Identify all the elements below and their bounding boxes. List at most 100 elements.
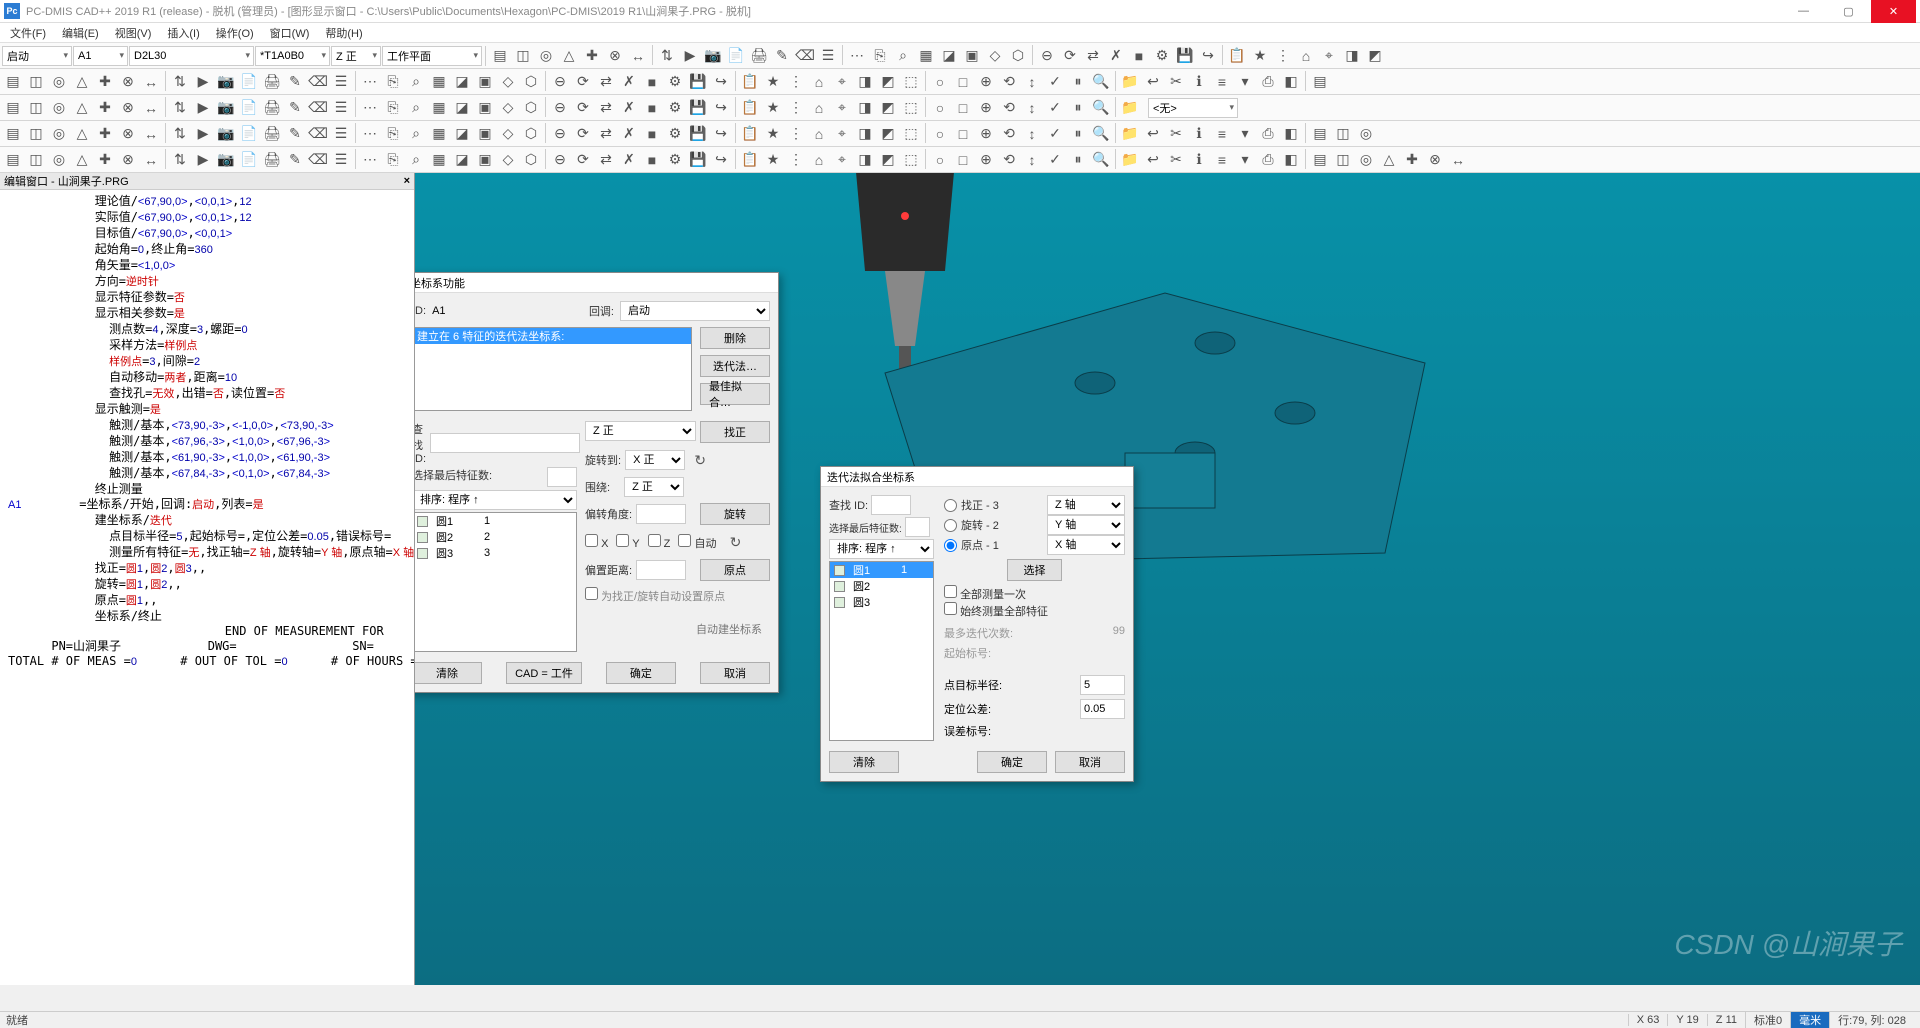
toolbar-icon[interactable]: ★ bbox=[762, 149, 784, 171]
toolbar-icon[interactable]: ⌂ bbox=[808, 149, 830, 171]
delete-button[interactable]: 删除 bbox=[700, 327, 770, 349]
toolbar-icon[interactable]: ▤ bbox=[1309, 71, 1331, 93]
rotate-button[interactable]: 旋转 bbox=[700, 503, 770, 525]
toolbar-icon[interactable]: ↕ bbox=[1021, 149, 1043, 171]
toolbar-icon[interactable]: ⟳ bbox=[572, 71, 594, 93]
toolbar-icon[interactable]: △ bbox=[71, 97, 93, 119]
toolbar-icon[interactable]: ★ bbox=[762, 71, 784, 93]
toolbar-icon[interactable]: 🔍 bbox=[1090, 123, 1112, 145]
toolbar-icon[interactable]: 📋 bbox=[739, 97, 761, 119]
toolbar-icon[interactable]: ⌕ bbox=[892, 45, 914, 67]
toolbar-icon[interactable]: △ bbox=[71, 123, 93, 145]
fixtol-input[interactable] bbox=[1080, 699, 1125, 719]
toolbar-icon[interactable]: ▤ bbox=[2, 71, 24, 93]
toolbar-icon[interactable]: ◫ bbox=[25, 149, 47, 171]
toolbar-icon[interactable]: ⌂ bbox=[808, 97, 830, 119]
cancel-button[interactable]: 取消 bbox=[700, 662, 770, 684]
toolbar-icon[interactable]: ◪ bbox=[451, 149, 473, 171]
rotate-radio[interactable] bbox=[944, 519, 957, 532]
toolbar-icon[interactable]: ⊗ bbox=[1424, 149, 1446, 171]
toolbar-icon[interactable]: △ bbox=[71, 149, 93, 171]
toolbar-icon[interactable]: 📋 bbox=[739, 71, 761, 93]
toolbar-icon[interactable]: ◎ bbox=[48, 71, 70, 93]
toolbar-icon[interactable]: ⬚ bbox=[900, 123, 922, 145]
toolbar-icon[interactable]: ⟳ bbox=[572, 123, 594, 145]
origin-radio[interactable] bbox=[944, 539, 957, 552]
toolbar-icon[interactable]: ■ bbox=[641, 123, 663, 145]
toolbar-icon[interactable]: ▤ bbox=[1309, 123, 1331, 145]
toolbar-icon[interactable]: ▦ bbox=[428, 97, 450, 119]
selectlast-input[interactable] bbox=[547, 467, 577, 487]
toolbar-icon[interactable]: ✗ bbox=[1105, 45, 1127, 67]
toolbar-icon[interactable]: ⋮ bbox=[785, 71, 807, 93]
toolbar-icon[interactable]: ✗ bbox=[618, 149, 640, 171]
toolbar-icon[interactable]: ↕ bbox=[1021, 71, 1043, 93]
toolbar-icon[interactable]: 📄 bbox=[725, 45, 747, 67]
toolbar-icon[interactable]: ⇅ bbox=[169, 149, 191, 171]
toolbar-icon[interactable]: ✗ bbox=[618, 97, 640, 119]
toolbar-icon[interactable]: ✎ bbox=[284, 71, 306, 93]
toolbar-icon[interactable]: ⊖ bbox=[549, 71, 571, 93]
toolbar-icon[interactable]: ⇄ bbox=[595, 71, 617, 93]
measure-always-checkbox[interactable] bbox=[944, 602, 957, 615]
toolbar-icon[interactable]: ⏸ bbox=[1067, 71, 1089, 93]
toolbar-icon[interactable]: ⊗ bbox=[117, 71, 139, 93]
menu-window[interactable]: 窗口(W) bbox=[264, 23, 316, 43]
origin-button[interactable]: 原点 bbox=[700, 559, 770, 581]
toolbar-icon[interactable]: △ bbox=[71, 71, 93, 93]
toolbar-icon[interactable]: ⟲ bbox=[998, 149, 1020, 171]
toolbar-icon[interactable]: ⎘ bbox=[869, 45, 891, 67]
toolbar-icon[interactable]: ■ bbox=[1128, 45, 1150, 67]
toolbar-icon[interactable]: ↪ bbox=[710, 97, 732, 119]
toolbar-icon[interactable]: ◇ bbox=[497, 149, 519, 171]
toolbar-icon[interactable]: 📷 bbox=[215, 71, 237, 93]
edit-window-close-icon[interactable]: × bbox=[404, 175, 410, 187]
auto-origin-checkbox[interactable] bbox=[585, 587, 598, 600]
toolbar-icon[interactable]: ⟲ bbox=[998, 97, 1020, 119]
toolbar-icon[interactable]: ≡ bbox=[1211, 123, 1233, 145]
toolbar-icon[interactable]: ⌖ bbox=[1318, 45, 1340, 67]
toolbar-icon[interactable]: ⟲ bbox=[998, 71, 1020, 93]
toolbar-icon[interactable]: ◩ bbox=[877, 97, 899, 119]
toolbar-icon[interactable]: ☰ bbox=[330, 149, 352, 171]
toolbar-icon[interactable]: 📷 bbox=[215, 149, 237, 171]
toolbar-icon[interactable]: ⊖ bbox=[549, 149, 571, 171]
toolbar-icon[interactable]: ⎘ bbox=[382, 71, 404, 93]
toolbar-icon[interactable]: 🖨 bbox=[261, 123, 283, 145]
toolbar-icon[interactable]: ⚙ bbox=[664, 123, 686, 145]
toolbar-icon[interactable]: 🔍 bbox=[1090, 71, 1112, 93]
toolbar-icon[interactable]: ⬡ bbox=[520, 149, 542, 171]
toolbar-icon[interactable]: ◫ bbox=[1332, 123, 1354, 145]
level-axis-select[interactable]: Z 正 bbox=[585, 421, 696, 441]
toolbar-icon[interactable]: ⟲ bbox=[998, 123, 1020, 145]
menu-help[interactable]: 帮助(H) bbox=[319, 23, 368, 43]
toolbar-icon[interactable]: ≡ bbox=[1211, 149, 1233, 171]
toolbar-icon[interactable]: ↪ bbox=[710, 149, 732, 171]
toolbar-icon[interactable]: 📷 bbox=[215, 123, 237, 145]
toolbar-icon[interactable]: ⟳ bbox=[572, 97, 594, 119]
toolbar-icon[interactable]: ○ bbox=[929, 123, 951, 145]
list-item[interactable]: 圆11 bbox=[830, 562, 933, 578]
toolbar-icon[interactable]: ≡ bbox=[1211, 71, 1233, 93]
clear-button[interactable]: 清除 bbox=[415, 662, 482, 684]
program-listing[interactable]: 理论值/<67,90,0>,<0,0,1>,12 实际值/<67,90,0>,<… bbox=[0, 190, 414, 985]
minimize-button[interactable]: — bbox=[1781, 0, 1826, 23]
rotate-plus-icon[interactable]: ↻ bbox=[689, 449, 711, 471]
toolbar-icon[interactable]: ▾ bbox=[1234, 71, 1256, 93]
toolbar-icon[interactable]: ⌫ bbox=[794, 45, 816, 67]
toolbar-icon[interactable]: ⊕ bbox=[975, 149, 997, 171]
toolbar-icon[interactable]: ↔ bbox=[140, 71, 162, 93]
list-item[interactable]: 圆11 bbox=[415, 513, 576, 529]
toolbar-icon[interactable]: ✂ bbox=[1165, 123, 1187, 145]
toolbar-icon[interactable]: ⇅ bbox=[169, 71, 191, 93]
origin-axis[interactable]: X 轴 bbox=[1047, 535, 1125, 555]
toolbar-icon[interactable]: 💾 bbox=[687, 123, 709, 145]
toolbar-icon[interactable]: 🖨 bbox=[748, 45, 770, 67]
toolbar-icon[interactable]: ↔ bbox=[627, 45, 649, 67]
toolbar-icon[interactable]: □ bbox=[952, 149, 974, 171]
measure-once-checkbox[interactable] bbox=[944, 585, 957, 598]
d2-findid-input[interactable] bbox=[871, 495, 911, 515]
toolbar-icon[interactable]: ⇄ bbox=[595, 123, 617, 145]
toolbar-icon[interactable]: ⌕ bbox=[405, 71, 427, 93]
toolbar-icon[interactable]: ⎘ bbox=[382, 149, 404, 171]
